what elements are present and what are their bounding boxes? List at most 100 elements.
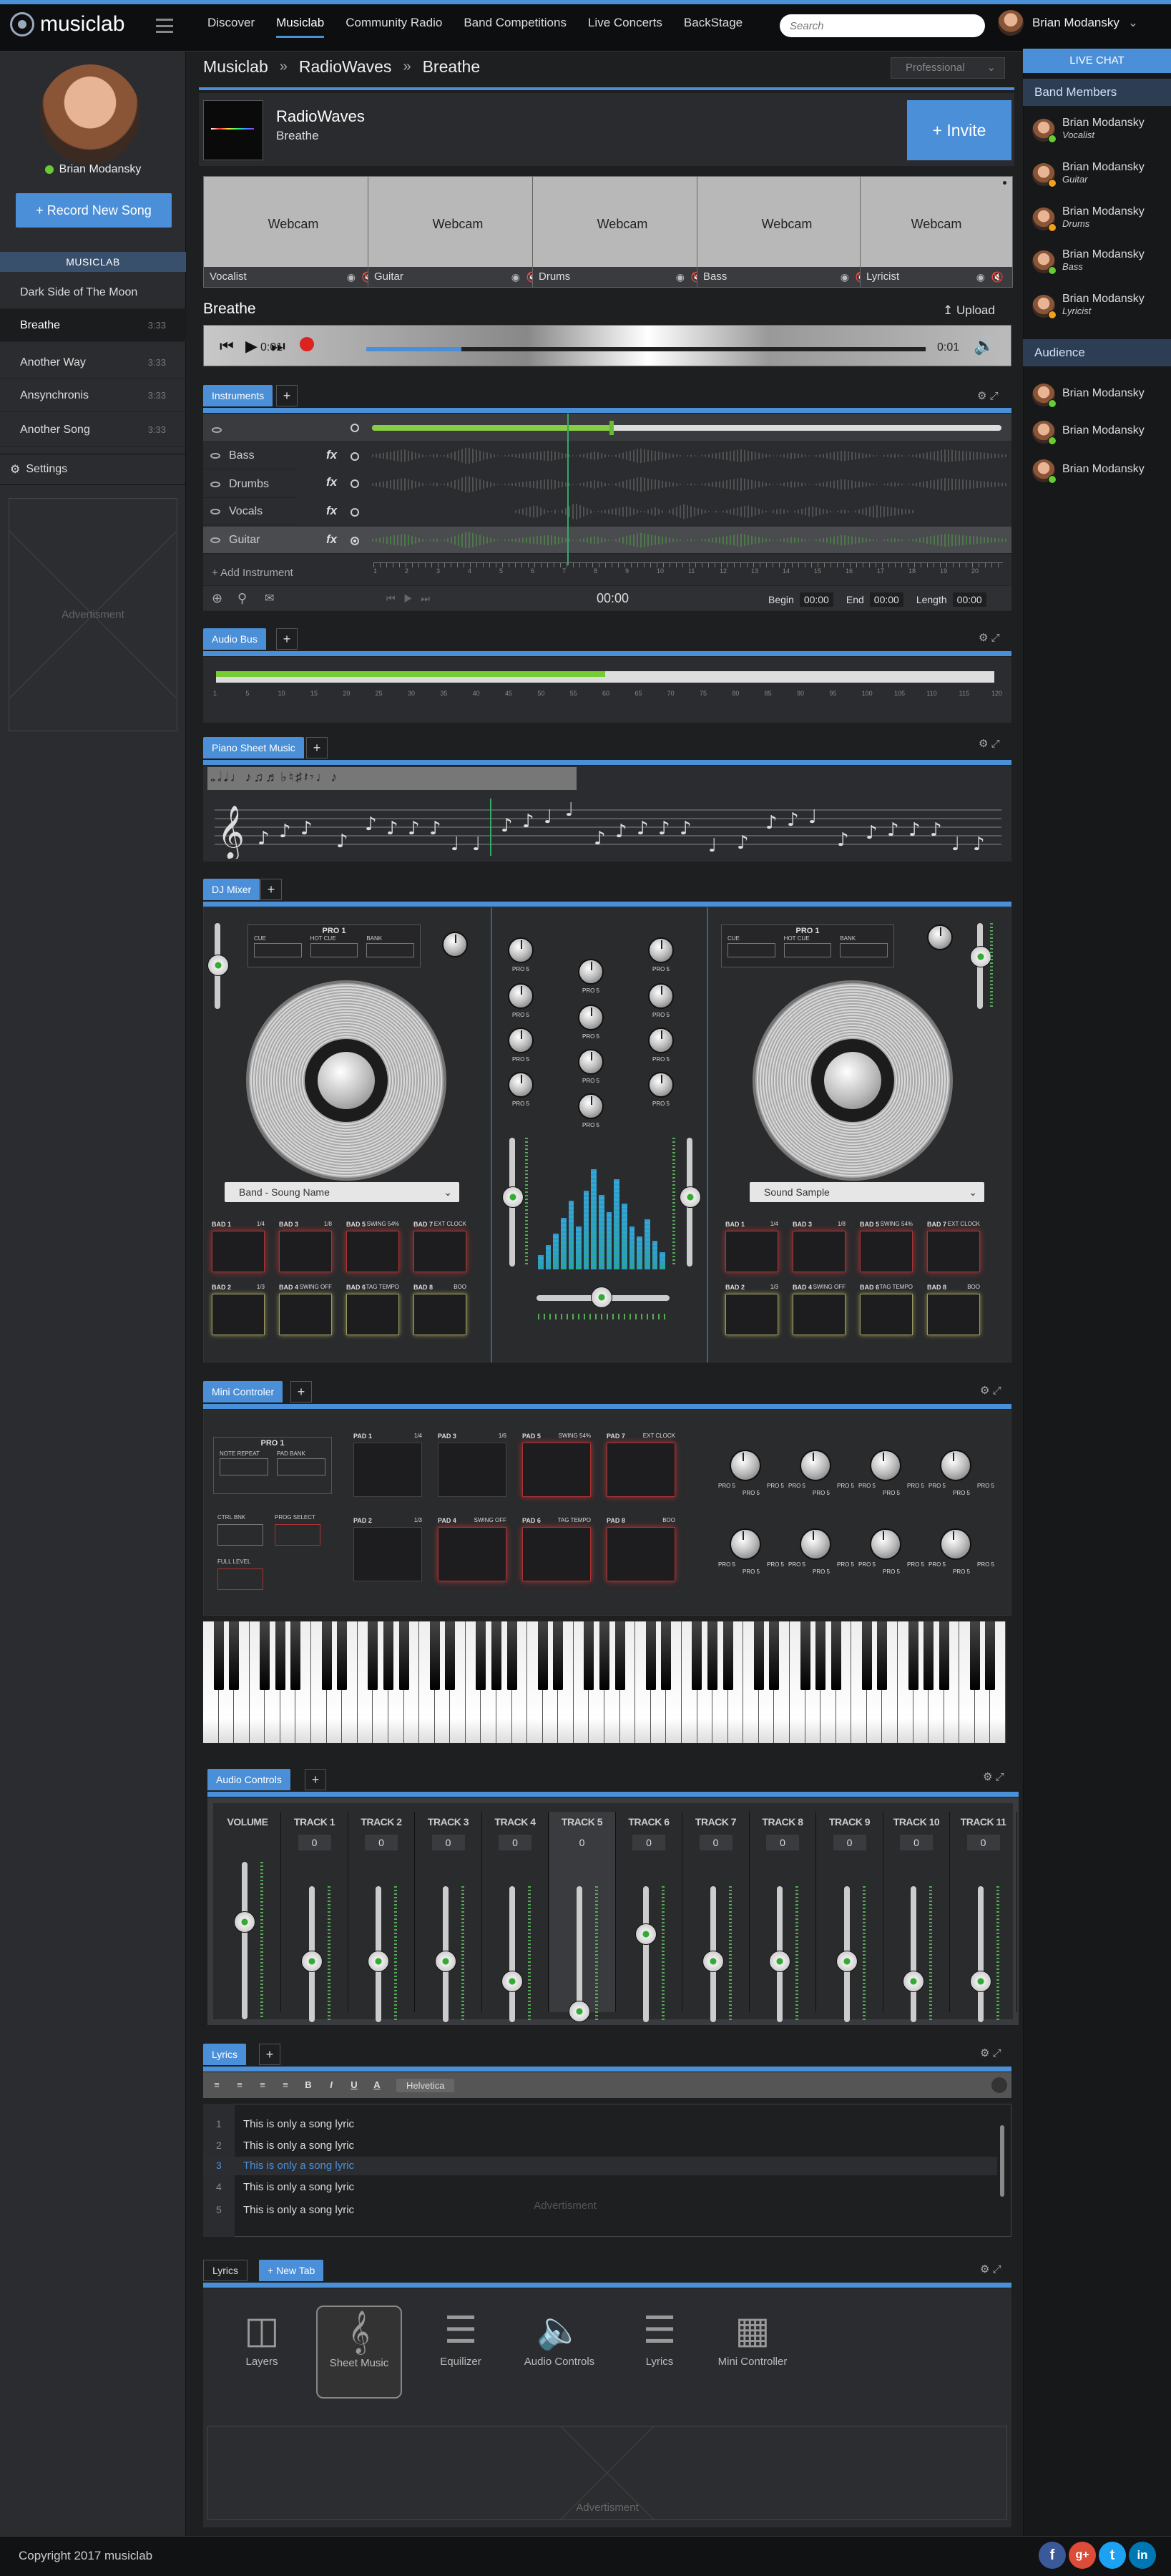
record-new-song-button[interactable]: + Record New Song [16,193,172,228]
piano-black-key[interactable] [398,1621,409,1690]
mixer-knob[interactable] [578,1049,604,1075]
align-right-icon[interactable]: ≡ [253,2076,272,2094]
solo-icon[interactable] [351,424,359,432]
piano-black-key[interactable] [769,1621,780,1690]
track-fader-knob[interactable] [300,1950,323,1972]
piano-black-key[interactable] [985,1621,996,1690]
fx-icon[interactable]: fx [326,475,343,489]
mixer-knob[interactable] [578,1005,604,1030]
drum-pad[interactable] [522,1443,591,1497]
track-fader[interactable] [911,1886,916,2022]
piano-black-key[interactable] [969,1621,980,1690]
music-staff[interactable]: 𝄞 ♪ ♪ ♪ ♪ ♪ ♪ ♪ ♪ ♩ ♩ ♪ ♪ ♩ ♩ ♪ ♪ ♪ ♪ ♪ ♩ ♪ ♪ ♪ ♩ ♪ ♪ ♪ ♪ ♪ ♩ ♪ [207,794,1009,859]
piano-black-key[interactable] [275,1621,285,1690]
track-fader-knob[interactable] [368,1950,389,1972]
toolbar-toggle-icon[interactable] [991,2077,1007,2093]
option-equalizer[interactable]: ☰ Equilizer [418,2306,504,2399]
controller-knob[interactable] [730,1450,761,1481]
scrollbar[interactable] [1000,2125,1004,2197]
deck-sample-select[interactable]: Sound Sample ⌄ [750,1182,984,1202]
tab-lyrics[interactable]: Lyrics [203,2044,247,2065]
italic-icon[interactable]: I [322,2076,340,2094]
note-icon[interactable]: ♫ [254,770,264,787]
settings-link[interactable]: ⚙ Settings [0,454,186,485]
piano-black-key[interactable] [553,1621,564,1690]
option-mini-controller[interactable]: ▦ Mini Controller [710,2306,795,2399]
controller-knob[interactable] [870,1450,901,1481]
search-icon[interactable]: ⚲ [237,591,247,606]
drum-pad[interactable] [607,1527,675,1581]
eye-icon[interactable] [210,508,220,514]
drum-pad[interactable] [353,1527,422,1581]
piano-black-key[interactable] [599,1621,609,1690]
eye-icon[interactable]: ◉ [511,267,520,287]
crossfader-knob[interactable] [591,1287,612,1308]
google-plus-icon[interactable]: g+ [1069,2542,1096,2569]
drum-pad[interactable] [346,1231,399,1272]
nav-backstage[interactable]: BackStage [684,16,743,38]
drum-pad[interactable] [725,1294,778,1335]
lyric-line-active[interactable]: This is only a song lyric [243,2160,354,2172]
full-level-button[interactable] [217,1568,263,1590]
track-value[interactable]: 0 [431,1835,465,1850]
facebook-icon[interactable]: f [1039,2542,1066,2569]
search-input[interactable] [780,14,985,37]
track-value[interactable]: 0 [632,1835,665,1850]
note-repeat-button[interactable] [220,1458,268,1475]
hamburger-menu-icon[interactable] [156,19,173,33]
lyrics-ad-label[interactable]: Advertisment [501,2200,629,2212]
option-audio-controls[interactable]: 🔈 Audio Controls [516,2306,602,2399]
bank-button[interactable] [366,943,415,957]
webcam-tile[interactable]: WebcamGuitar◉🔇 [368,176,548,288]
eye-icon[interactable] [210,452,220,459]
drum-pad[interactable] [927,1294,980,1335]
cue-button[interactable] [727,943,775,957]
track-value[interactable]: 0 [298,1835,331,1850]
track-value[interactable]: 0 [499,1835,531,1850]
track-fader[interactable] [242,1862,248,2019]
tab-lyrics-secondary[interactable]: Lyrics [203,2260,248,2281]
eye-icon[interactable]: ◉ [676,267,685,287]
eye-icon[interactable]: ◉ [347,267,356,287]
track-fader-knob[interactable] [234,1911,255,1933]
drum-pad[interactable] [438,1443,506,1497]
playhead[interactable] [567,414,569,565]
audience-member[interactable]: Brian Modansky [1032,457,1145,484]
song-item[interactable]: Ansynchronis 3:33 [0,379,186,412]
zoom-in-icon[interactable]: ⊕ [212,591,222,606]
piano-black-key[interactable] [383,1621,393,1690]
rest-icon[interactable]: 𝄾 [310,770,314,787]
note-icon[interactable]: ♪ [330,770,337,787]
lyric-line[interactable]: This is only a song lyric [243,2118,354,2130]
drum-pad[interactable] [353,1443,422,1497]
bank-button[interactable] [840,943,888,957]
piano-black-key[interactable] [337,1621,348,1690]
instrument-row[interactable]: Vocals [203,498,296,525]
mute-icon[interactable]: 🔇 [991,267,1004,287]
note-icon[interactable]: 𝅘𝅥 [224,770,228,787]
lyric-line[interactable]: This is only a song lyric [243,2204,354,2216]
note-icon[interactable]: ♩ [230,770,243,787]
drum-pad[interactable] [279,1294,332,1335]
note-icon[interactable]: 𝅗𝅥 [217,770,222,787]
rest-icon[interactable]: 𝄽 [304,770,308,787]
audience-member[interactable]: Brian Modansky [1032,418,1145,445]
drum-pad[interactable] [725,1231,778,1272]
tab-dj-mixer[interactable]: DJ Mixer [203,879,260,900]
nav-musiclab[interactable]: Musiclab [276,16,325,38]
linkedin-icon[interactable]: in [1129,2542,1156,2569]
add-tab-button[interactable]: + [276,628,298,650]
turntable-right[interactable] [755,983,950,1178]
piano-black-key[interactable] [614,1621,625,1690]
drum-pad[interactable] [860,1231,913,1272]
piano-black-key[interactable] [491,1621,501,1690]
twitter-icon[interactable]: t [1099,2542,1126,2569]
mixer-knob[interactable] [508,983,534,1009]
song-item[interactable]: Dark Side of The Moon [0,276,186,309]
piano-black-key[interactable] [815,1621,826,1690]
add-instrument-button[interactable]: + Add Instrument [212,567,293,579]
piano-black-key[interactable] [429,1621,440,1690]
option-layers[interactable]: ◫ Layers [219,2306,305,2399]
mixer-knob[interactable] [508,1072,534,1098]
live-chat-header[interactable]: LIVE CHAT [1023,49,1171,73]
